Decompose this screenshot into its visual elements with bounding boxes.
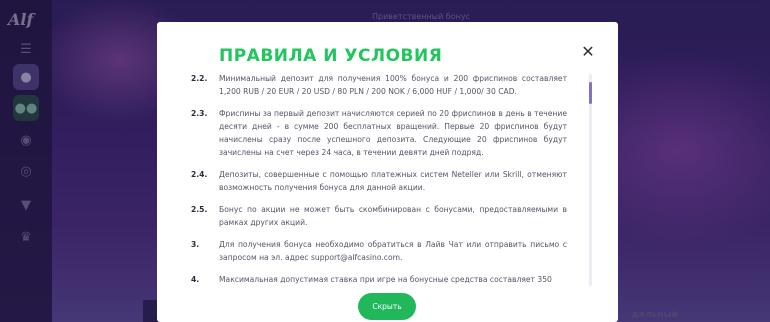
rule-item: 4. Максимальная допустимая ставка при иг… [191, 273, 567, 284]
modal-title: ПРАВИЛА И УСЛОВИЯ [219, 46, 443, 66]
rule-number: 4. [191, 275, 200, 284]
rule-item: 2.3. Фриспины за первый депозит начисляю… [191, 107, 567, 159]
rule-number: 3. [191, 240, 200, 249]
scrollbar-thumb[interactable] [589, 82, 592, 104]
rule-number: 2.4. [191, 170, 208, 179]
rule-text: Депозиты, совершенные с помощью платежны… [219, 170, 567, 192]
rule-text: Бонус по акции не может быть скомбиниров… [219, 205, 567, 227]
terms-modal: ПРАВИЛА И УСЛОВИЯ ✕ 2.2. Минимальный деп… [157, 22, 618, 322]
rules-scrollbar[interactable] [589, 74, 592, 286]
rule-text: Фриспины за первый депозит начисляются с… [219, 109, 567, 157]
rule-item: 2.4. Депозиты, совершенные с помощью пла… [191, 168, 567, 194]
hide-button[interactable]: Скрыть [358, 293, 416, 320]
rule-text: Для получения бонуса необходимо обратить… [219, 240, 567, 262]
rule-item: 3. Для получения бонуса необходимо обрат… [191, 238, 567, 264]
rule-item: 2.5. Бонус по акции не может быть скомби… [191, 203, 567, 229]
rule-number: 2.5. [191, 205, 208, 214]
rule-text: Максимальная допустимая ставка при игре … [219, 275, 552, 284]
close-icon[interactable]: ✕ [580, 44, 596, 60]
rule-text: Минимальный депозит для получения 100% б… [219, 74, 567, 96]
rule-number: 2.2. [191, 74, 208, 83]
rules-list: 2.2. Минимальный депозит для получения 1… [191, 72, 567, 284]
rule-number: 2.3. [191, 109, 208, 118]
rule-item: 2.2. Минимальный депозит для получения 1… [191, 72, 567, 98]
